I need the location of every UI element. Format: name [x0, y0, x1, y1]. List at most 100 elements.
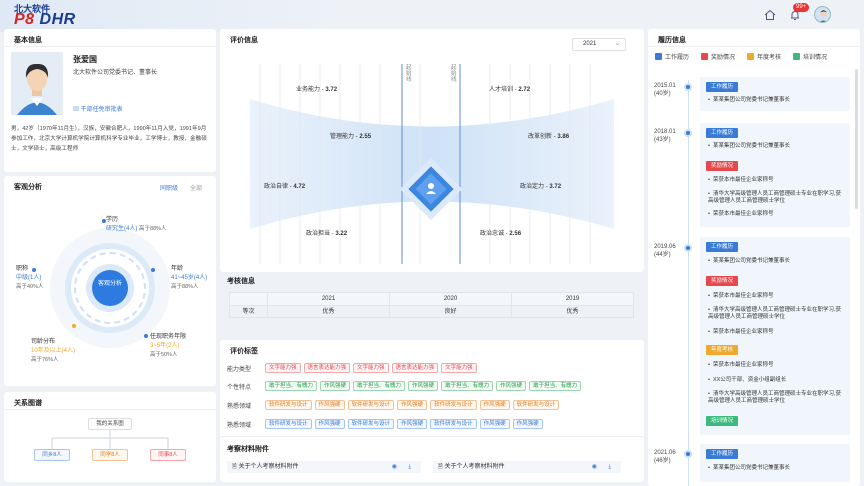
view-icon[interactable]: ◉ [392, 461, 397, 473]
view-icon[interactable]: ◉ [592, 461, 597, 473]
person-name: 张爱国 [73, 55, 97, 64]
person-bio: 男，42岁（1970年11月生），汉族，安徽合肥人，1990年11月入党，199… [11, 126, 207, 152]
core-label: 客观分析 [92, 270, 128, 306]
relation-root[interactable]: 我的关系图 [88, 418, 132, 430]
relation-title: 关系图谱 [14, 400, 42, 407]
approval-form-link[interactable]: ▤ 干部任免审批表 [73, 104, 123, 113]
file-icon: 🗎 [438, 464, 443, 470]
legend-annual[interactable]: 年度考核 [747, 52, 781, 61]
app-header: 北大软件 P8 DHR 99+ [0, 0, 864, 32]
tag: 软件研发与设计 [430, 400, 477, 410]
tab-all[interactable]: 全部 [190, 183, 202, 192]
person-position: 北大软件公司党委书记、董事长 [73, 70, 158, 76]
scrollbar[interactable] [855, 69, 858, 209]
timeline-line [688, 80, 689, 486]
material-file-1[interactable]: 🗎 关于个人考察材料附件 ◉ ⤓ [227, 461, 421, 473]
notification-badge: 99+ [793, 3, 810, 12]
tag-row-domain-1: 熟悉领域 软件研发与设计 作风强硬 软件研发与设计 作风强硬 软件研发与设计 作… [227, 399, 560, 411]
user-avatar[interactable] [814, 6, 831, 23]
tag: 软件研发与设计 [430, 419, 477, 429]
tag: 语言表达能力强 [391, 363, 439, 373]
year-select[interactable]: 2021 ⌄ [572, 38, 626, 51]
tab-same-level[interactable]: 同职级 [160, 183, 178, 192]
eval-political-responsibility: 政治担当 - 3.22 [306, 231, 348, 237]
tag-row-personality: 个性特点 敢于担当、有魄力 作风强硬 敢于担当、有魄力 作风强硬 敢于担当、有魄… [227, 380, 582, 392]
tag: 敢于担当、有魄力 [441, 381, 494, 391]
assess-header-row: 2021 2020 2019 [230, 293, 633, 305]
eval-business-ability: 业务能力 - 3.72 [296, 87, 338, 93]
dot-tenure [72, 324, 76, 328]
chevron-down-icon: ⌄ [614, 41, 620, 47]
tag: 作风强硬 [408, 381, 439, 391]
logo: P8 DHR [14, 11, 76, 29]
tag: 软件研发与设计 [512, 400, 560, 410]
tag: 作风强硬 [397, 419, 428, 429]
tag: 作风强硬 [314, 400, 345, 410]
tag-row-domain-2: 熟悉领域 软件研发与设计 作风强硬 软件研发与设计 作风强硬 软件研发与设计 作… [227, 418, 543, 430]
history-entry: 工作履历 某某集团公司党委书记兼董事长 [700, 77, 850, 111]
dot-position-years [144, 334, 148, 338]
tag-row-ability: 能力类型 文字能力强 语言表达能力强 文字能力强 语言表达能力强 文字能力强 [227, 362, 477, 374]
eval-political-resolve: 政治定力 - 3.72 [520, 184, 562, 190]
document-icon: ▤ [73, 107, 81, 113]
history-title: 履历信息 [658, 37, 686, 44]
history-entry: 工作履历 某某集团公司党委书记兼董事长 奖励情况 荣获本市最佳企业家称号 清华大… [700, 123, 850, 227]
evaluation-title: 评价信息 [230, 37, 258, 44]
logo-p8: P8 [14, 11, 35, 28]
tag: 作风强硬 [320, 381, 351, 391]
eval-reform-innovation: 改革创新 - 3.86 [528, 134, 570, 140]
objective-title: 客观分析 [14, 184, 42, 191]
approval-form-label: 干部任免审批表 [80, 107, 123, 113]
materials-title: 考察材料附件 [227, 446, 269, 453]
eval-political-discipline: 政治自律 - 4.72 [264, 184, 306, 190]
relation-map-card: 关系图谱 我的关系图 同乡8人 同学8人 同事8人 [4, 392, 216, 482]
history-date: 2019.06 (44岁) [654, 244, 676, 258]
dot-age [151, 268, 155, 272]
relation-hometown[interactable]: 同乡8人 [34, 449, 70, 461]
relation-colleague[interactable]: 同事8人 [150, 449, 186, 461]
objective-analysis-card: 客观分析 同职级 全部 客观分析 学历 研究生(4人) 高于88%人 职称 中级… [4, 176, 216, 386]
tag: 敢于担当、有魄力 [265, 381, 318, 391]
history-date: 2018.01 (43岁) [654, 129, 676, 143]
tag: 语言表达能力强 [303, 363, 351, 373]
stat-professional-title: 职称 中级(1人) 高于40%人 [16, 266, 44, 290]
file-icon: 🗎 [232, 464, 237, 470]
eval-talent-training: 人才培训 - 2.72 [489, 87, 531, 93]
assess-title: 考核信息 [227, 278, 255, 285]
tag: 敢于担当、有魄力 [529, 381, 582, 391]
tag: 作风强硬 [512, 419, 543, 429]
download-icon[interactable]: ⤓ [608, 461, 611, 473]
tag: 作风强硬 [314, 419, 345, 429]
tag: 作风强硬 [479, 400, 510, 410]
home-icon[interactable] [763, 9, 777, 23]
stat-tenure: 司龄分布 10年及以上(4人) 高于76%人 [31, 339, 76, 363]
tag: 软件研发与设计 [265, 419, 312, 429]
logo-dhr: DHR [34, 11, 76, 28]
tag: 文字能力强 [441, 363, 477, 373]
eval-political-loyalty: 政治忠诚 - 2.56 [480, 231, 522, 237]
tag: 作风强硬 [397, 400, 428, 410]
assess-table: 2021 2020 2019 等次 优秀 良好 优秀 [229, 292, 634, 318]
legend-award[interactable]: 奖励情况 [701, 52, 735, 61]
download-icon[interactable]: ⤓ [408, 461, 411, 473]
stat-position-years: 任现职务年限 3~5年(2人) 高于50%人 [150, 334, 187, 358]
stat-education: 学历 研究生(4人) 高于88%人 [106, 217, 167, 232]
relation-classmate[interactable]: 同学8人 [92, 449, 128, 461]
profile-photo [11, 52, 63, 115]
timeline-dot [684, 244, 692, 252]
history-entry: 工作履历 某某集团公司党委书记兼董事长 奖励情况 荣获本市最佳企业家称号 清华大… [700, 237, 850, 435]
tag: 文字能力强 [265, 363, 301, 373]
tag: 软件研发与设计 [347, 419, 395, 429]
tag: 文字能力强 [353, 363, 389, 373]
tag: 软件研发与设计 [265, 400, 312, 410]
legend-training[interactable]: 培训情况 [793, 52, 827, 61]
stat-age: 年龄 41~45岁(4人) 高于88%人 [171, 266, 208, 290]
legend-work[interactable]: 工作履历 [655, 52, 689, 61]
timeline-dot [684, 450, 692, 458]
history-entry: 工作履历 某某集团公司党委书记兼董事长 [700, 444, 850, 482]
table-row: 等次 优秀 良好 优秀 [230, 305, 633, 317]
axis-label-1: 起始线 [406, 65, 412, 83]
history-date: 2015.01 (40岁) [654, 83, 676, 97]
timeline-dot [684, 83, 692, 91]
material-file-2[interactable]: 🗎 关于个人考察材料附件 ◉ ⤓ [433, 461, 621, 473]
